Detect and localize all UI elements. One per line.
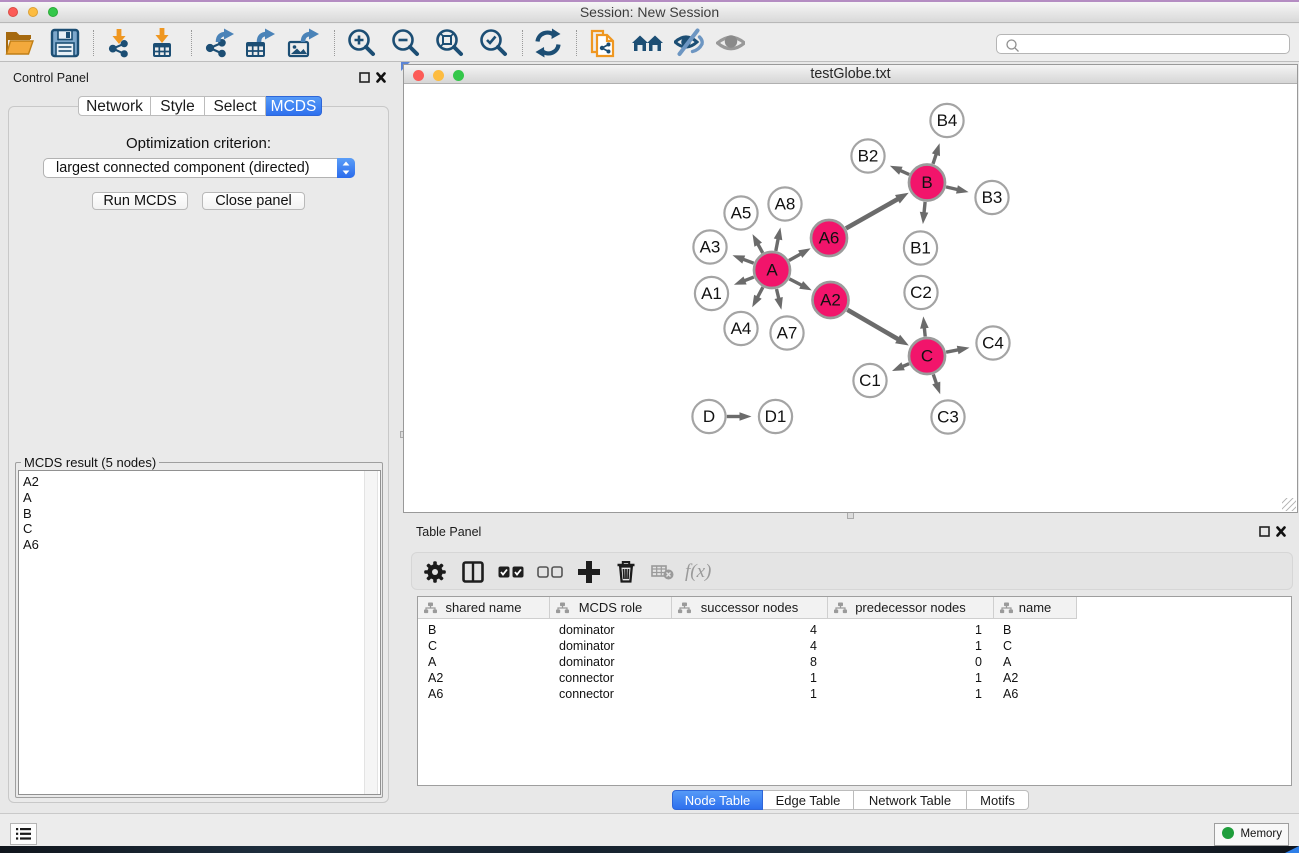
svg-text:C2: C2 xyxy=(910,283,932,302)
svg-text:D1: D1 xyxy=(765,407,787,426)
svg-text:C4: C4 xyxy=(982,334,1004,353)
svg-text:B: B xyxy=(921,173,932,192)
svg-text:A4: A4 xyxy=(731,319,752,338)
svg-text:A3: A3 xyxy=(700,238,721,257)
svg-text:A7: A7 xyxy=(777,324,798,343)
svg-text:D: D xyxy=(703,407,715,426)
svg-text:B4: B4 xyxy=(937,111,958,130)
svg-text:A2: A2 xyxy=(820,291,841,310)
svg-text:C3: C3 xyxy=(937,408,959,427)
svg-text:A: A xyxy=(766,261,778,280)
svg-text:A8: A8 xyxy=(775,195,796,214)
svg-text:f(x): f(x) xyxy=(685,561,711,582)
svg-text:A5: A5 xyxy=(731,204,752,223)
svg-text:A1: A1 xyxy=(701,284,722,303)
svg-text:A6: A6 xyxy=(819,229,840,248)
svg-text:B3: B3 xyxy=(982,188,1003,207)
svg-text:C1: C1 xyxy=(859,371,881,390)
svg-text:B2: B2 xyxy=(858,147,879,166)
svg-text:B1: B1 xyxy=(910,239,931,258)
svg-text:C: C xyxy=(921,347,933,366)
